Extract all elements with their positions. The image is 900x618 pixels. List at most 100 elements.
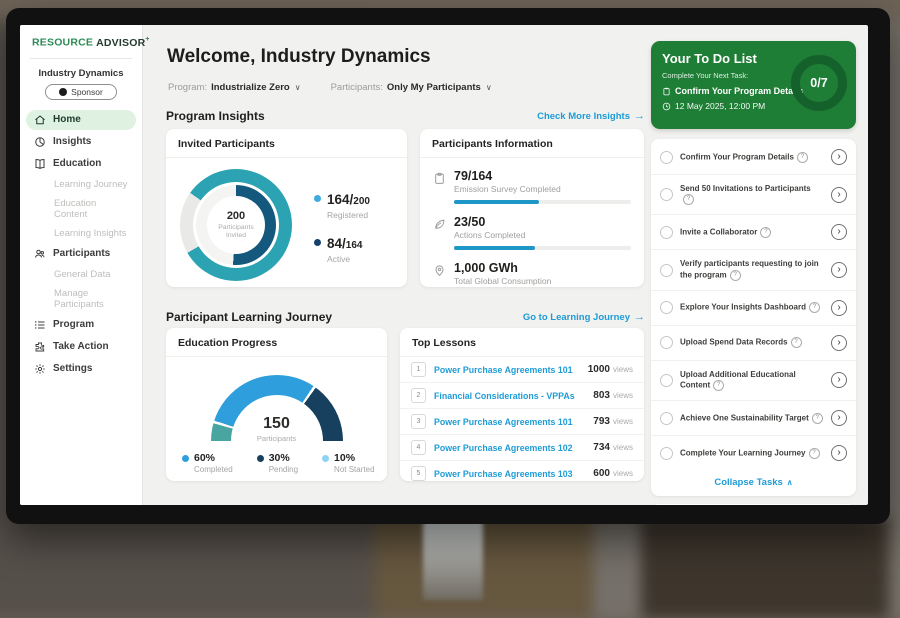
help-icon[interactable]: ? bbox=[797, 152, 808, 163]
chevron-right-icon[interactable]: › bbox=[831, 445, 847, 461]
chevron-right-icon[interactable]: › bbox=[831, 372, 847, 388]
lesson-row: 4Power Purchase Agreements 102734views bbox=[400, 434, 644, 460]
task-checkbox-circle[interactable] bbox=[660, 226, 673, 239]
help-icon[interactable]: ? bbox=[760, 227, 771, 238]
task-checkbox-circle[interactable] bbox=[660, 412, 673, 425]
legend-text: 164/200Registered bbox=[327, 191, 370, 220]
todo-task-row-upload-spend-data-records[interactable]: Upload Spend Data Records? › bbox=[651, 326, 856, 361]
task-label: Upload Spend Data Records? bbox=[680, 337, 824, 348]
legend-value: 60% bbox=[194, 452, 215, 464]
sidebar-item-learning-journey[interactable]: Learning Journey bbox=[26, 176, 136, 193]
lesson-link[interactable]: Power Purchase Agreements 101 bbox=[434, 417, 593, 427]
legend-value-line: 164/200 bbox=[327, 191, 370, 209]
info-label: Actions Completed bbox=[454, 230, 631, 240]
task-checkbox-circle[interactable] bbox=[660, 188, 673, 201]
sidebar-item-label: General Data bbox=[54, 269, 111, 280]
lesson-row: 5Power Purchase Agreements 103600views bbox=[400, 460, 644, 486]
progress-bar-fill bbox=[454, 246, 535, 250]
info-label: Emission Survey Completed bbox=[454, 184, 631, 194]
consumption-icon bbox=[433, 264, 446, 277]
sidebar-item-take-action[interactable]: Take Action bbox=[26, 337, 136, 357]
link-label: Go to Learning Journey bbox=[523, 312, 630, 323]
task-checkbox-circle[interactable] bbox=[660, 374, 673, 387]
help-icon[interactable]: ? bbox=[809, 302, 820, 313]
sidebar-item-program[interactable]: Program bbox=[26, 315, 136, 335]
sidebar-item-education-content[interactable]: Education Content bbox=[26, 195, 136, 223]
task-label: Verify participants requesting to join t… bbox=[680, 259, 824, 280]
home-icon bbox=[34, 114, 46, 126]
chevron-right-icon[interactable]: › bbox=[831, 335, 847, 351]
participants-information-card: Participants Information 79/164Emission … bbox=[420, 129, 644, 287]
collapse-tasks-link[interactable]: Collapse Tasks∧ bbox=[651, 470, 856, 493]
todo-task-list: Confirm Your Program Details?›Send 50 In… bbox=[651, 140, 856, 470]
lesson-link[interactable]: Power Purchase Agreements 101 bbox=[434, 365, 588, 375]
sidebar-item-general-data[interactable]: General Data bbox=[26, 266, 136, 283]
top-lessons-card: Top Lessons 1Power Purchase Agreements 1… bbox=[400, 328, 644, 481]
help-icon[interactable]: ? bbox=[809, 448, 820, 459]
gauge-center: 150 Participants bbox=[211, 415, 343, 443]
todo-due-label: 12 May 2025, 12:00 PM bbox=[675, 101, 765, 111]
task-checkbox-circle[interactable] bbox=[660, 336, 673, 349]
sidebar-item-learning-insights[interactable]: Learning Insights bbox=[26, 225, 136, 242]
chevron-right-icon[interactable]: › bbox=[831, 262, 847, 278]
participants-filter[interactable]: Participants: Only My Participants ∨ bbox=[331, 82, 492, 93]
todo-task-row-achieve-one-sustainability-target[interactable]: Achieve One Sustainability Target? › bbox=[651, 401, 856, 436]
legend-dot bbox=[322, 455, 329, 462]
sponsor-badge[interactable]: Sponsor bbox=[45, 84, 117, 100]
help-icon[interactable]: ? bbox=[730, 270, 741, 281]
task-checkbox-circle[interactable] bbox=[660, 447, 673, 460]
lesson-link[interactable]: Power Purchase Agreements 103 bbox=[434, 469, 593, 479]
task-checkbox-circle[interactable] bbox=[660, 301, 673, 314]
help-icon[interactable]: ? bbox=[683, 194, 694, 205]
chevron-right-icon[interactable]: › bbox=[831, 410, 847, 426]
help-icon[interactable]: ? bbox=[812, 413, 823, 424]
card-title: Invited Participants bbox=[166, 129, 407, 158]
legend-label: Not Started bbox=[334, 465, 374, 474]
gauge-center-label: Participants bbox=[211, 434, 343, 443]
sidebar-item-participants[interactable]: Participants bbox=[26, 244, 136, 264]
arrow-right-icon: → bbox=[634, 311, 645, 323]
lesson-rank: 4 bbox=[411, 440, 426, 455]
chevron-right-icon[interactable]: › bbox=[831, 149, 847, 165]
learning-journey-header: Participant Learning Journey Go to Learn… bbox=[166, 310, 645, 324]
legend-value: 30% bbox=[269, 452, 290, 464]
todo-task-row-complete-your-learning-journey[interactable]: Complete Your Learning Journey?› bbox=[651, 436, 856, 470]
task-checkbox-circle[interactable] bbox=[660, 264, 673, 277]
progress-bar bbox=[454, 246, 631, 250]
sidebar-item-insights[interactable]: Insights bbox=[26, 132, 136, 152]
task-label: Invite a Collaborator? bbox=[680, 227, 824, 238]
chevron-right-icon[interactable]: › bbox=[831, 300, 847, 316]
todo-task-row-explore-your-insights-dashboard[interactable]: Explore Your Insights Dashboard?› bbox=[651, 291, 856, 326]
sidebar-item-education[interactable]: Education bbox=[26, 154, 136, 174]
help-icon[interactable]: ? bbox=[713, 380, 724, 391]
lesson-link[interactable]: Financial Considerations - VPPAs bbox=[434, 391, 593, 401]
donut-center-value: 200 bbox=[227, 210, 245, 222]
lesson-views-suffix: views bbox=[613, 417, 633, 426]
sidebar-item-label: Participants bbox=[53, 248, 110, 259]
todo-task-row-verify-participants-requesting-to-join-the-program[interactable]: Verify participants requesting to join t… bbox=[651, 250, 856, 290]
todo-task-row-confirm-your-program-details[interactable]: Confirm Your Program Details?› bbox=[651, 140, 856, 175]
todo-task-row-invite-a-collaborator[interactable]: Invite a Collaborator? › bbox=[651, 215, 856, 250]
go-to-learning-journey-link[interactable]: Go to Learning Journey → bbox=[523, 311, 645, 323]
sidebar-item-manage-participants[interactable]: Manage Participants bbox=[26, 285, 136, 313]
check-more-insights-link[interactable]: Check More Insights → bbox=[537, 110, 645, 122]
todo-task-row-send-50-invitations-to-participants[interactable]: Send 50 Invitations to Participants?› bbox=[651, 175, 856, 215]
collapse-tasks-label: Collapse Tasks bbox=[714, 477, 782, 488]
arrow-right-icon: → bbox=[634, 110, 645, 122]
lesson-views-count: 734 bbox=[593, 442, 610, 453]
sidebar-item-settings[interactable]: Settings bbox=[26, 359, 136, 379]
sidebar-item-home[interactable]: Home bbox=[26, 110, 136, 130]
help-icon[interactable]: ? bbox=[791, 337, 802, 348]
chevron-down-icon: ∨ bbox=[295, 83, 301, 92]
legend-item-active: 84/164Active bbox=[314, 235, 370, 264]
chevron-right-icon[interactable]: › bbox=[831, 187, 847, 203]
task-label: Achieve One Sustainability Target? bbox=[680, 413, 824, 424]
legend-dot bbox=[257, 455, 264, 462]
task-checkbox-circle[interactable] bbox=[660, 151, 673, 164]
lesson-link[interactable]: Power Purchase Agreements 102 bbox=[434, 443, 593, 453]
insights-icon bbox=[34, 136, 46, 148]
settings-icon bbox=[34, 363, 46, 375]
chevron-right-icon[interactable]: › bbox=[831, 224, 847, 240]
program-filter[interactable]: Program: Industrialize Zero ∨ bbox=[168, 82, 301, 93]
todo-task-row-upload-additional-educational-content[interactable]: Upload Additional Educational Content?› bbox=[651, 361, 856, 401]
